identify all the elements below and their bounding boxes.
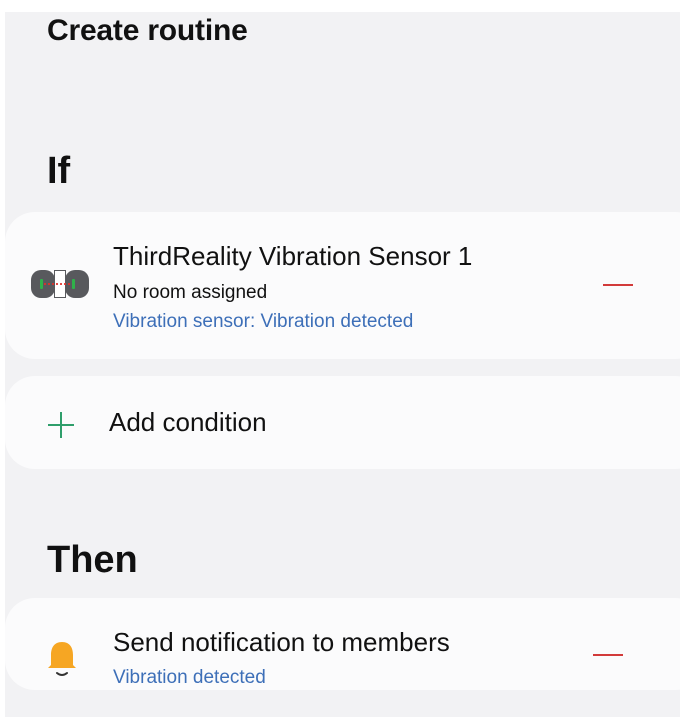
page-title: Create routine (47, 14, 248, 47)
bell-icon (46, 640, 78, 678)
then-section-title: Then (47, 539, 138, 581)
condition-card[interactable] (5, 212, 680, 359)
add-condition-label: Add condition (109, 407, 267, 437)
vibration-sensor-icon (30, 264, 90, 304)
condition-room: No room assigned (113, 282, 268, 303)
condition-state: Vibration sensor: Vibration detected (113, 311, 414, 332)
action-detail: Vibration detected (113, 667, 266, 688)
remove-action-button[interactable] (588, 640, 628, 670)
add-condition-button[interactable] (5, 376, 680, 469)
action-name: Send notification to members (113, 627, 450, 657)
remove-condition-button[interactable] (598, 270, 638, 300)
plus-icon (46, 410, 76, 440)
condition-device-name: ThirdReality Vibration Sensor 1 (113, 241, 473, 271)
if-section-title: If (47, 150, 71, 192)
